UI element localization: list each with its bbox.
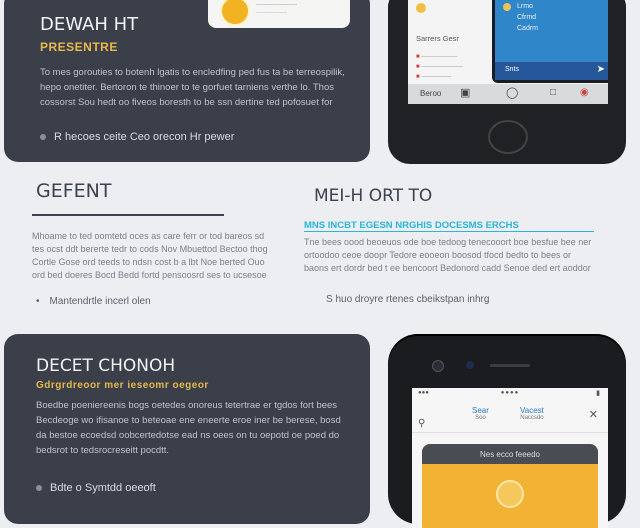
home-button[interactable]	[488, 120, 528, 154]
tab-right-sub: Naccsdo	[520, 415, 544, 421]
middle-left-bullet: • Mantendrtle incerl olen	[36, 296, 151, 307]
tab-left-label: Sear	[472, 406, 489, 415]
middle-right-bullet: S huo droyre rtenes cbeikstpan inhrg	[326, 294, 490, 305]
tab-left[interactable]: Sear Soo	[472, 406, 489, 421]
bottom-phone: ●●●● ●●● ▮ ⚲ Sear Soo Vacest Naccsdo ✕ N…	[388, 334, 626, 528]
top-phone: Lrmo Cfrmd Cadrm Snts ➤ Sarrers Gesr ■ —…	[388, 0, 626, 164]
close-icon[interactable]: ✕	[589, 408, 598, 421]
sensor-icon	[466, 361, 474, 369]
search-icon[interactable]: ⚲	[418, 418, 425, 429]
list-item[interactable]: ■ ——————	[416, 54, 457, 60]
notification-card[interactable]: ———————— ——————	[208, 0, 350, 28]
battery-icon: ▮	[596, 390, 600, 397]
app-icon	[503, 3, 511, 11]
title-underline	[32, 214, 224, 216]
middle-left-title: GEFENT	[36, 180, 112, 202]
bottom-toolbar: Beroo ▣ ◯ □ ◉	[408, 84, 608, 104]
card-line: Lrmo	[517, 3, 533, 10]
top-panel-title: DEWAH HT	[40, 14, 139, 35]
coin-icon	[496, 480, 524, 508]
toolbar-label: Beroo	[420, 89, 442, 98]
tab-left-sub: Soo	[475, 415, 486, 421]
card-footer-label: Snts	[505, 66, 520, 73]
coin-icon	[220, 0, 250, 26]
bullet-icon	[40, 134, 46, 141]
square-icon[interactable]: □	[550, 87, 556, 98]
card-line-2: ——————	[256, 10, 287, 16]
list-item[interactable]: ■ ———————	[416, 64, 463, 70]
sun-icon	[416, 3, 426, 13]
middle-left-section: GEFENT Mhoame to ted oomtetd oces as car…	[32, 180, 272, 310]
bottom-feature-panel: DECET CHONOH Gdrgrdreoor mer ieseomr oeg…	[4, 334, 370, 524]
card-footer-bar: Snts ➤	[495, 62, 608, 80]
list-item[interactable]: ■ —————	[416, 74, 451, 80]
tab-right[interactable]: Vacest Naccsdo	[520, 406, 544, 421]
top-phone-screen: Lrmo Cfrmd Cadrm Snts ➤ Sarrers Gesr ■ —…	[408, 0, 608, 104]
middle-right-section: MEI-H ORT TO MNS INCBT EGESN NRGHIS DOCE…	[304, 186, 604, 316]
bottom-phone-screen: ●●●● ●●● ▮ ⚲ Sear Soo Vacest Naccsdo ✕ N…	[412, 388, 608, 528]
bottom-panel-bullet-text: Bdte o Symtdd oeeoft	[50, 482, 156, 494]
middle-left-bullet-text: Mantendrtle incerl olen	[49, 296, 151, 307]
yellow-card[interactable]: Nes ecco feeedo	[422, 444, 598, 528]
blue-card[interactable]: Lrmo Cfrmd Cadrm Snts ➤	[492, 0, 608, 83]
card-line: Cfrmd	[517, 14, 537, 21]
image-icon[interactable]: ▣	[460, 86, 470, 99]
bottom-panel-title: DECET CHONOH	[36, 356, 176, 376]
bullet-icon: •	[36, 296, 40, 307]
middle-left-paragraph: Mhoame to ted oomtetd oces as care ferr …	[32, 231, 268, 280]
circle-icon[interactable]: ◯	[506, 86, 518, 99]
bottom-panel-subtitle: Gdrgrdreoor mer ieseomr oegeor	[36, 380, 209, 391]
row-title: Sarrers Gesr	[416, 34, 459, 43]
signal-icon: ●●●	[418, 390, 429, 396]
top-feature-panel: DEWAH HT PRESENTRE To mes gorouties to b…	[4, 0, 370, 162]
status-bar: ●●●●	[500, 390, 520, 396]
card-line-1: ————————	[256, 2, 297, 8]
top-panel-bullet: R hecoes ceite Ceo orecon Hr pewer	[40, 131, 234, 143]
top-panel-bullet-text: R hecoes ceite Ceo orecon Hr pewer	[54, 131, 235, 143]
record-icon[interactable]: ◉	[580, 87, 589, 98]
top-panel-subtitle: PRESENTRE	[40, 40, 118, 54]
speaker-grille	[490, 364, 530, 367]
top-panel-paragraph: To mes gorouties to botenh lgatis to enc…	[40, 67, 345, 108]
divider	[412, 432, 608, 433]
middle-right-paragraph: Tne bees oood beoeuos ode boe tedoog ten…	[304, 237, 592, 273]
camera-icon	[432, 360, 444, 372]
tab-right-label: Vacest	[520, 406, 544, 415]
card-header: Nes ecco feeedo	[422, 444, 598, 464]
card-line: Cadrm	[517, 25, 539, 32]
send-icon[interactable]: ➤	[597, 64, 605, 75]
bottom-panel-paragraph: Boedbe poeniereenis bogs oetedes onoreus…	[36, 400, 341, 456]
bullet-icon	[36, 485, 42, 492]
bottom-panel-bullet: Bdte o Symtdd oeeoft	[36, 482, 156, 494]
card-header-label: Nes ecco feeedo	[479, 450, 541, 459]
middle-right-highlight: MNS INCBT EGESN NRGHIS DOCESMS ERCHS	[304, 220, 594, 232]
middle-right-title: MEI-H ORT TO	[314, 186, 433, 206]
